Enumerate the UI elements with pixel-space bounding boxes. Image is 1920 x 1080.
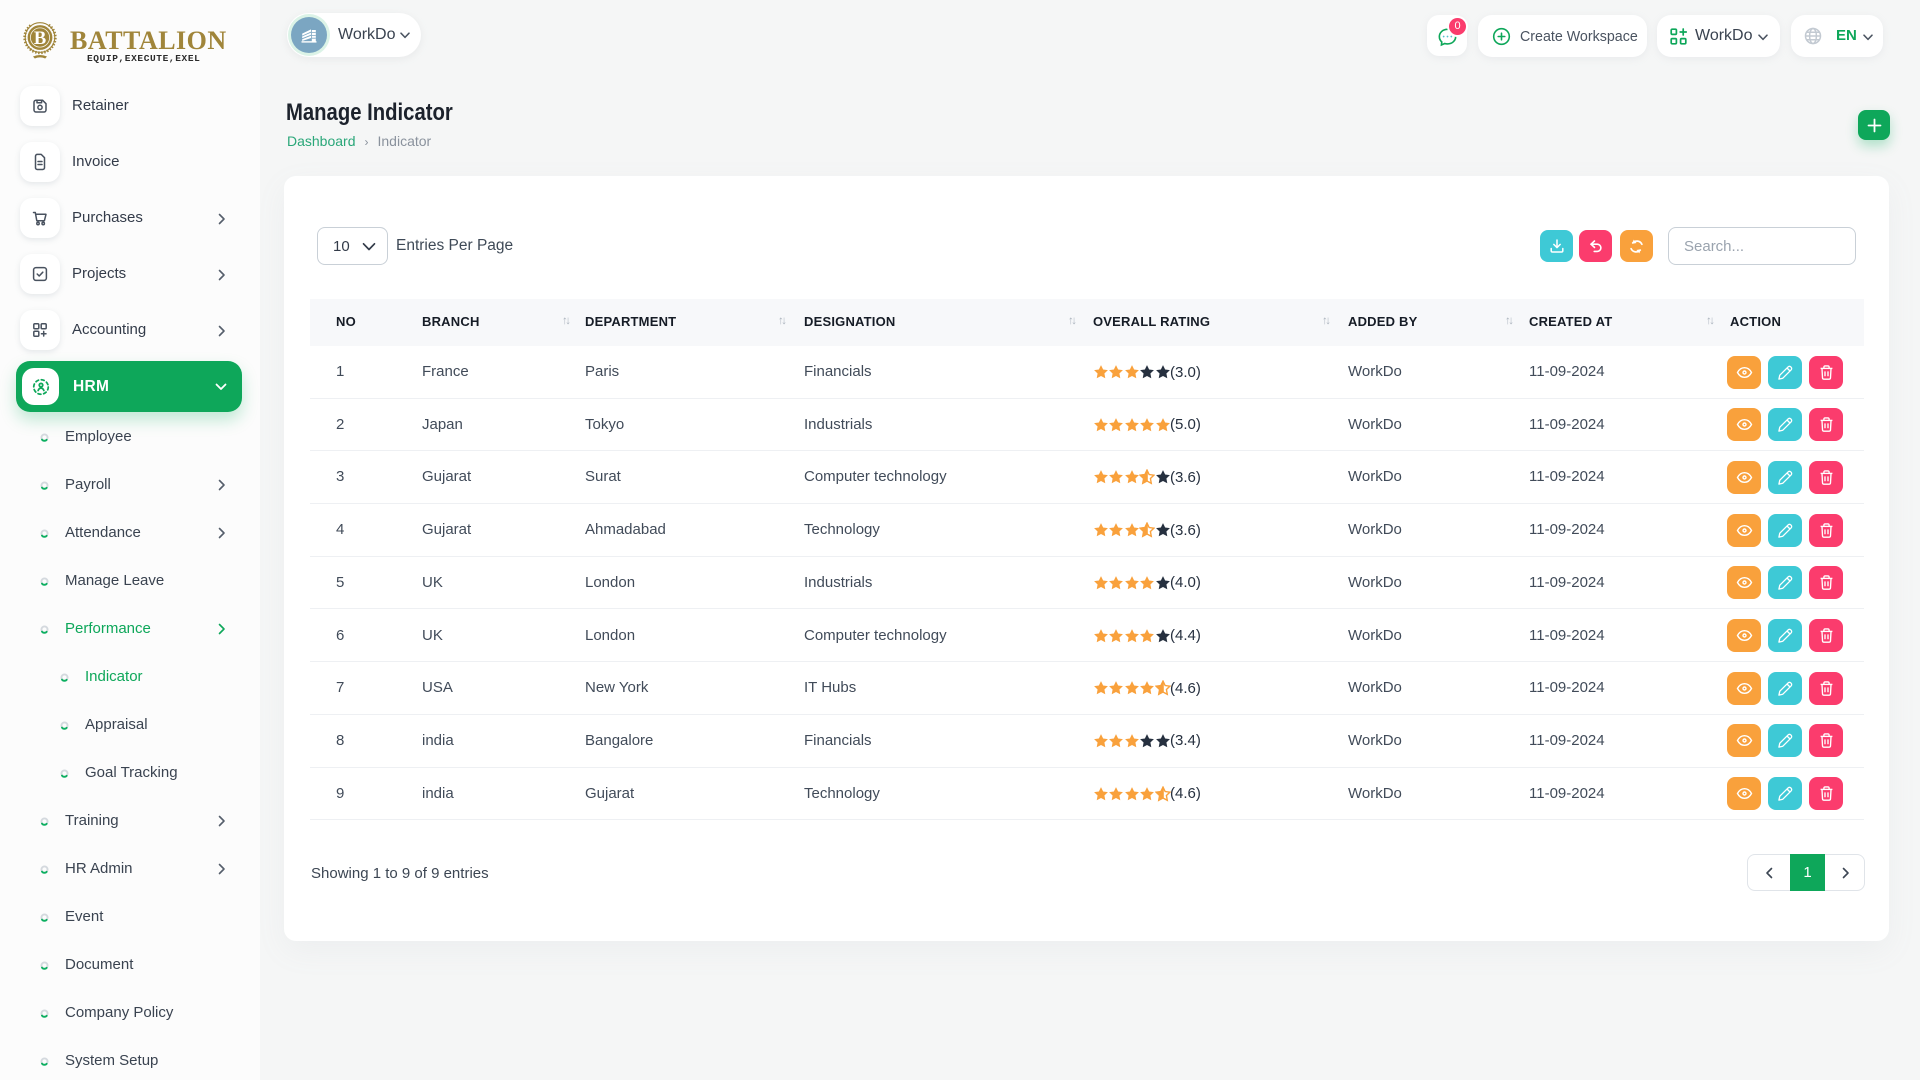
svg-text:B: B [34,29,46,49]
